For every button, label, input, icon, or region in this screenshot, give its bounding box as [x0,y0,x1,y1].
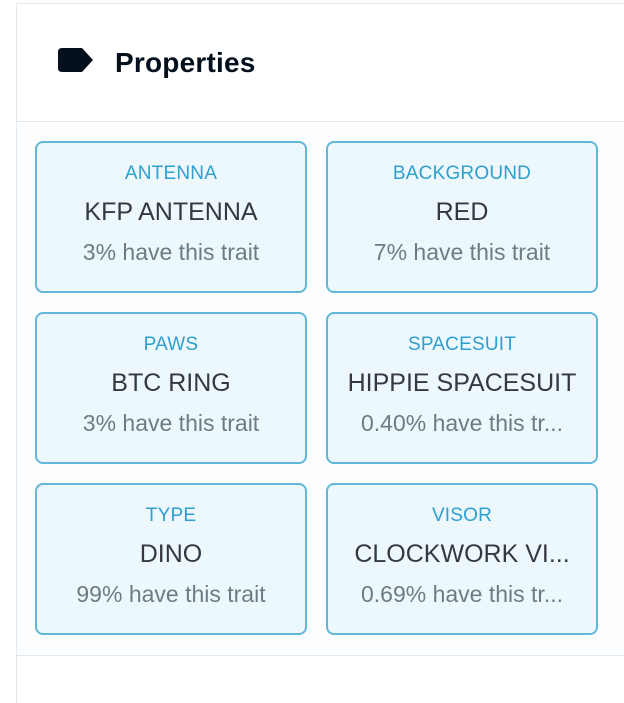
trait-value-label: RED [435,198,489,226]
trait-type-label: ANTENNA [124,163,218,184]
property-card-antenna[interactable]: ANTENNA KFP ANTENNA 3% have this trait [35,141,307,293]
trait-value-label: BTC RING [111,369,231,397]
trait-type-label: BACKGROUND [392,163,532,184]
trait-type-label: SPACESUIT [407,334,517,355]
page-title: Properties [115,46,256,78]
trait-type-label: VISOR [431,505,493,526]
property-card-background[interactable]: BACKGROUND RED 7% have this trait [326,141,598,293]
properties-header[interactable]: Properties [17,4,624,122]
property-card-type[interactable]: TYPE DINO 99% have this trait [35,483,307,635]
trait-rarity-label: 3% have this trait [82,410,260,436]
trait-value-label: CLOCKWORK VI... [354,540,570,568]
trait-type-label: TYPE [145,505,197,526]
tag-icon [58,48,94,77]
properties-panel: Properties ANTENNA KFP ANTENNA 3% have t… [16,3,624,703]
trait-value-label: KFP ANTENNA [84,198,258,226]
trait-rarity-label: 0.69% have this tr... [360,581,563,607]
property-card-paws[interactable]: PAWS BTC RING 3% have this trait [35,312,307,464]
property-card-spacesuit[interactable]: SPACESUIT HIPPIE SPACESUIT 0.40% have th… [326,312,598,464]
properties-grid: ANTENNA KFP ANTENNA 3% have this trait B… [35,141,624,635]
trait-rarity-label: 99% have this trait [76,581,266,607]
trait-value-label: DINO [139,540,203,568]
trait-rarity-label: 7% have this trait [373,239,551,265]
trait-rarity-label: 3% have this trait [82,239,260,265]
property-card-visor[interactable]: VISOR CLOCKWORK VI... 0.69% have this tr… [326,483,598,635]
trait-value-label: HIPPIE SPACESUIT [347,369,577,397]
trait-type-label: PAWS [143,334,199,355]
trait-rarity-label: 0.40% have this tr... [360,410,563,436]
properties-body: ANTENNA KFP ANTENNA 3% have this trait B… [17,122,624,656]
